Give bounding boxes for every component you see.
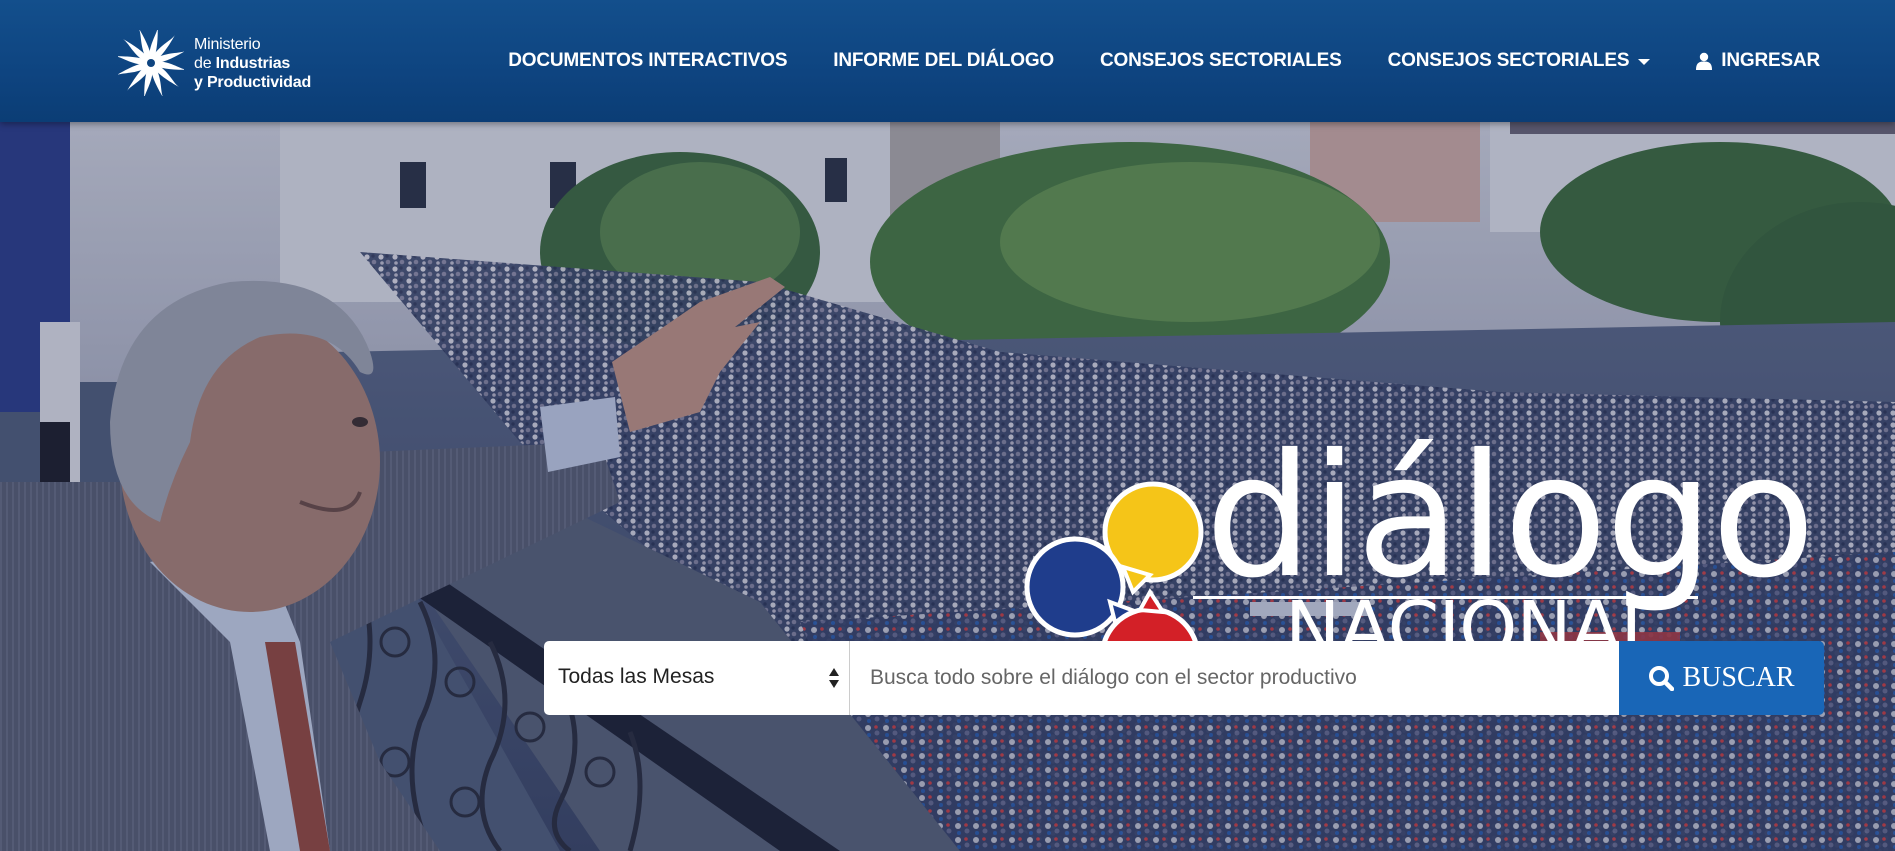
ministry-name-line3: y Productividad <box>194 73 312 91</box>
logo-word-dialogo: diálogo <box>1205 418 1815 616</box>
search-icon <box>1649 666 1675 691</box>
main-nav: DOCUMENTOS INTERACTIVOS INFORME DEL DIÁL… <box>462 0 1820 122</box>
mesa-select[interactable]: Todas las Mesas <box>544 641 850 715</box>
top-navigation-bar: Ministerio de Industrias y Productividad… <box>0 0 1895 122</box>
nav-ingresar[interactable]: INGRESAR <box>1696 50 1820 72</box>
spiral-logo-icon <box>118 30 184 96</box>
chevron-down-icon <box>1638 59 1651 65</box>
search-input[interactable] <box>850 641 1619 715</box>
search-button-label: BUSCAR <box>1682 662 1795 693</box>
search-bar: Todas las Mesas BUSCAR <box>544 641 1824 715</box>
nav-consejos-sectoriales[interactable]: CONSEJOS SECTORIALES <box>1100 50 1342 72</box>
nav-label: DOCUMENTOS INTERACTIVOS <box>508 50 788 71</box>
nav-consejos-sectoriales-dropdown[interactable]: CONSEJOS SECTORIALES <box>1388 50 1651 72</box>
user-icon <box>1696 52 1713 70</box>
nav-label: INFORME DEL DIÁLOGO <box>833 50 1054 71</box>
nav-documentos-interactivos[interactable]: DOCUMENTOS INTERACTIVOS <box>508 50 787 72</box>
ministry-logo[interactable]: Ministerio de Industrias y Productividad <box>118 28 311 98</box>
ministry-name-bold: Industrias <box>215 54 291 72</box>
ministry-name-prefix: de <box>194 54 216 72</box>
select-arrows-icon <box>829 668 839 688</box>
nav-label: INGRESAR <box>1721 50 1820 71</box>
logo-underline <box>1193 596 1698 599</box>
hero-banner: diálogo NACIONAL Todas las Mesas BUSCAR <box>0 122 1895 851</box>
nav-label: CONSEJOS SECTORIALES <box>1387 50 1630 71</box>
nav-informe-dialogo[interactable]: INFORME DEL DIÁLOGO <box>833 50 1054 72</box>
ministry-name-line1: Ministerio <box>194 35 261 53</box>
nav-label: CONSEJOS SECTORIALES <box>1099 50 1342 71</box>
search-button[interactable]: BUSCAR <box>1619 641 1824 715</box>
mesa-select-value: Todas las Mesas <box>558 665 715 688</box>
ministry-name: Ministerio de Industrias y Productividad <box>194 35 311 92</box>
ministry-name-line2: de Industrias <box>194 54 311 73</box>
